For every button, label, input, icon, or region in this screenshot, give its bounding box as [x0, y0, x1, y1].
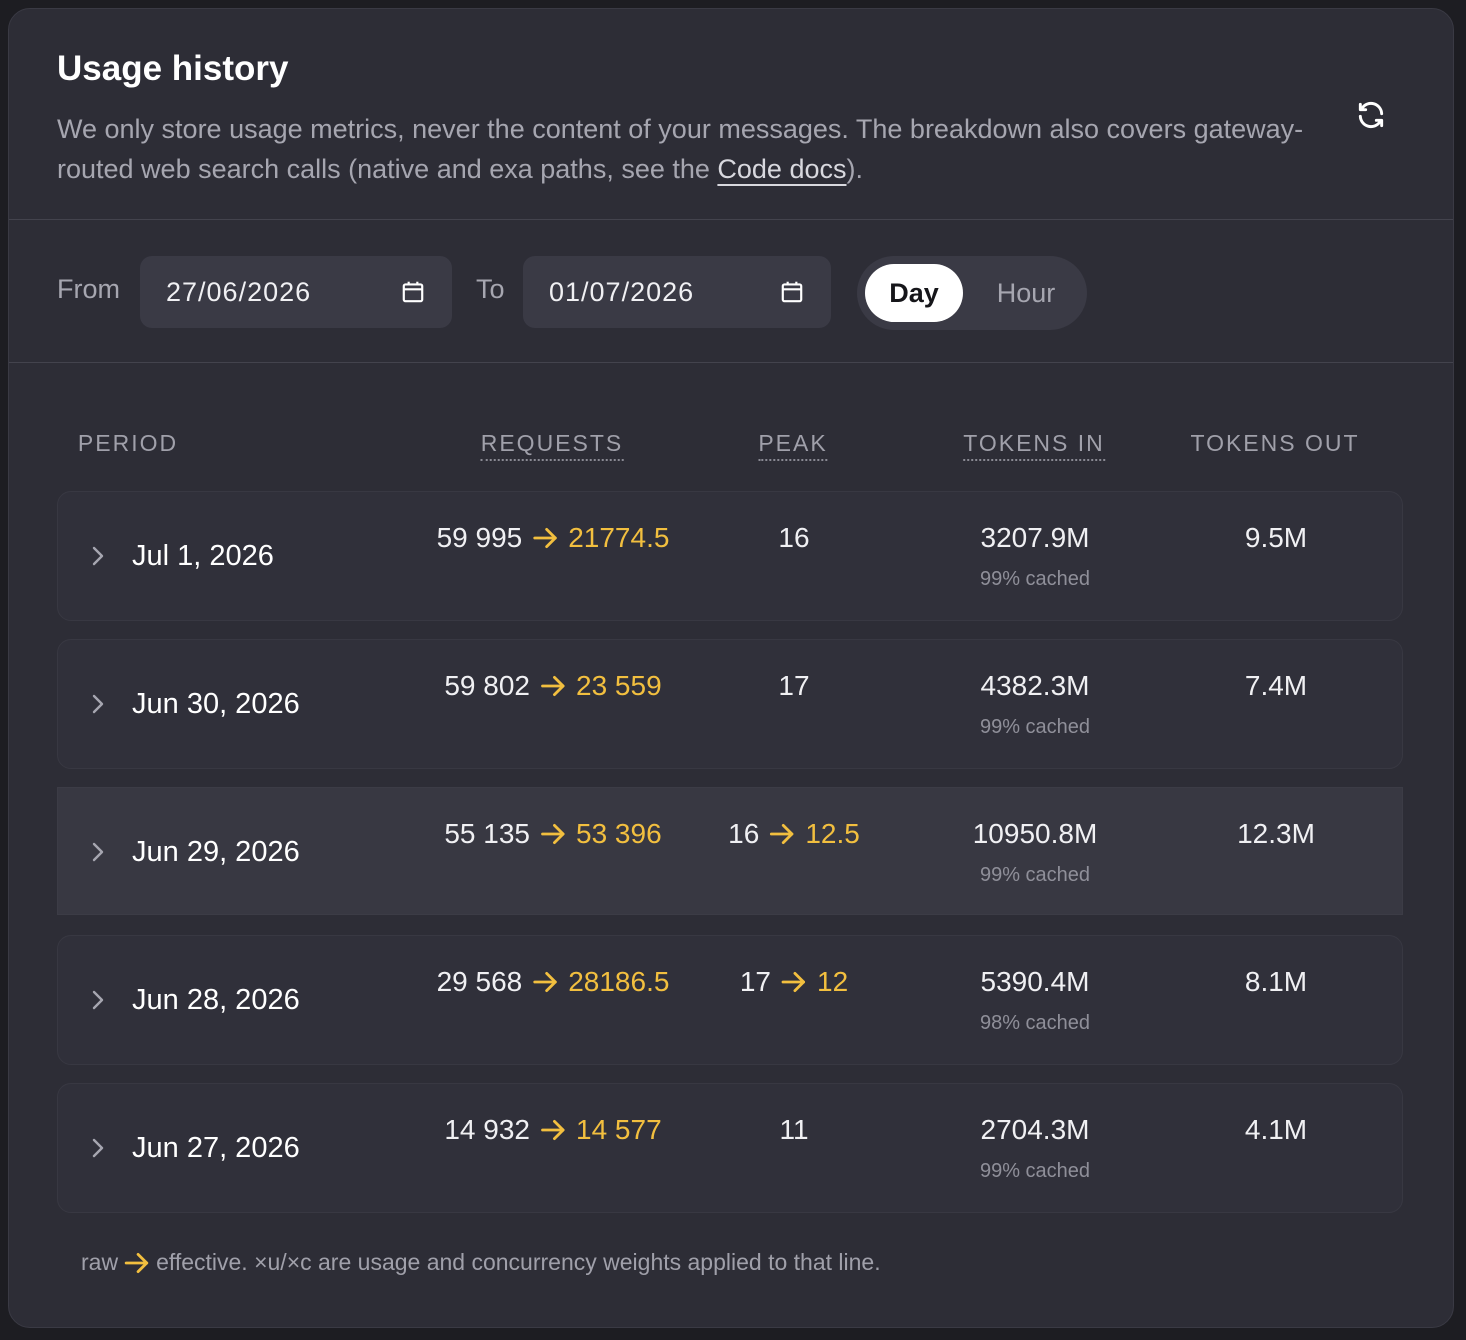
toggle-hour[interactable]: Hour	[973, 264, 1079, 322]
row-period: Jul 1, 2026	[132, 540, 274, 572]
requests-effective: 14 577	[576, 1114, 662, 1145]
arrow-right-icon	[540, 1119, 565, 1141]
peak-raw: 17	[739, 966, 771, 997]
row-requests: 59 995 21774.5	[437, 522, 670, 554]
table-row[interactable]: Jun 28, 2026 29 568 28186.5 17 12 5390.4M 98% …	[57, 935, 1403, 1065]
refresh-button[interactable]	[1349, 93, 1393, 137]
row-peak: 11	[779, 1114, 808, 1146]
from-label: From	[57, 274, 120, 304]
row-tokens-out: 7.4M	[1244, 670, 1308, 701]
to-date-value: 01/07/2026	[549, 276, 695, 307]
peak-raw: 16	[728, 818, 760, 849]
requests-raw: 29 568	[436, 966, 523, 997]
table-row[interactable]: Jun 30, 2026 59 802 23 559 17 4382.3M 99% cac…	[57, 639, 1403, 769]
row-peak: 17	[778, 670, 809, 702]
page-title: Usage history	[57, 49, 289, 88]
chevron-right-icon[interactable]	[88, 1136, 108, 1160]
row-period: Jun 27, 2026	[132, 1132, 300, 1164]
to-date-input[interactable]: 01/07/2026	[523, 256, 831, 328]
arrow-right-icon	[532, 527, 557, 549]
row-period: Jun 28, 2026	[132, 984, 300, 1016]
arrow-right-icon	[124, 1252, 149, 1273]
footnote: raw effective. ×u/×c are usage and concu…	[81, 1249, 881, 1276]
refresh-icon	[1358, 101, 1384, 129]
col-peak[interactable]: PEAK	[758, 430, 828, 461]
chevron-right-icon[interactable]	[88, 692, 108, 716]
arrow-right-icon	[770, 823, 794, 845]
arrow-right-icon	[532, 971, 557, 993]
calendar-icon[interactable]	[779, 279, 805, 305]
row-tokens-out: 12.3M	[1237, 818, 1315, 849]
row-period: Jun 29, 2026	[132, 836, 300, 868]
requests-raw: 59 802	[444, 670, 530, 701]
footnote-raw: raw	[81, 1249, 119, 1275]
requests-effective: 21774.5	[568, 522, 670, 553]
chevron-right-icon[interactable]	[88, 840, 108, 864]
table-header: PERIOD REQUESTS PEAK TOKENS IN TOKENS OU…	[9, 363, 1453, 485]
row-cached: 99% cached	[979, 864, 1091, 886]
col-tokens-in[interactable]: TOKENS IN	[963, 430, 1105, 461]
row-cached: 99% cached	[979, 716, 1091, 738]
row-requests: 29 568 28186.5	[437, 966, 670, 998]
row-cached: 99% cached	[979, 1160, 1091, 1182]
requests-effective: 28186.5	[568, 966, 670, 997]
from-date-value: 27/06/2026	[166, 276, 312, 307]
peak-raw: 11	[779, 1114, 809, 1145]
footnote-text: effective. ×u/×c are usage and concurren…	[156, 1249, 881, 1275]
row-cached: 98% cached	[979, 1012, 1091, 1034]
toggle-day[interactable]: Day	[865, 264, 963, 322]
description-text: We only store usage metrics, never the c…	[57, 114, 1304, 184]
row-period: Jun 30, 2026	[132, 688, 300, 720]
requests-effective: 53 396	[576, 818, 662, 849]
row-tokens-in: 5390.4M	[980, 966, 1090, 997]
row-tokens-in: 10950.8M	[972, 818, 1098, 849]
filters-bar: From 27/06/2026 To 01/07/2026 Day Hour	[9, 220, 1453, 363]
table-row[interactable]: Jul 1, 2026 59 995 21774.5 16 3207.9M 99% cac…	[57, 491, 1403, 621]
requests-raw: 14 932	[444, 1114, 530, 1145]
row-tokens-in: 4382.3M	[980, 670, 1090, 701]
arrow-right-icon	[540, 823, 565, 845]
row-requests: 55 135 53 396	[444, 818, 661, 850]
row-tokens-out: 4.1M	[1244, 1114, 1308, 1145]
col-requests[interactable]: REQUESTS	[480, 430, 624, 461]
table-row[interactable]: Jun 27, 2026 14 932 14 577 11 2704.3M 99% cac…	[57, 1083, 1403, 1213]
row-tokens-out: 9.5M	[1244, 522, 1308, 553]
row-cached: 99% cached	[979, 568, 1091, 590]
row-requests: 14 932 14 577	[444, 1114, 661, 1146]
description: We only store usage metrics, never the c…	[57, 109, 1317, 189]
table-row[interactable]: Jun 29, 2026 55 135 53 396 16 12.5 10950.8M 99…	[57, 787, 1403, 915]
description-end: ).	[846, 154, 864, 184]
peak-raw: 17	[778, 670, 810, 701]
panel-header: Usage history We only store usage metric…	[9, 9, 1453, 220]
requests-raw: 55 135	[444, 818, 530, 849]
peak-effective: 12.5	[805, 818, 860, 849]
usage-history-panel: Usage history We only store usage metric…	[8, 8, 1454, 1328]
from-date-input[interactable]: 27/06/2026	[140, 256, 452, 328]
arrow-right-icon	[781, 971, 806, 993]
row-peak: 16 12.5	[728, 818, 860, 850]
col-period: PERIOD	[77, 430, 179, 456]
to-label: To	[476, 274, 505, 304]
row-tokens-in: 2704.3M	[980, 1114, 1090, 1145]
col-tokens-out: TOKENS OUT	[1190, 430, 1360, 456]
peak-raw: 16	[778, 522, 810, 553]
row-peak: 16	[778, 522, 809, 554]
code-docs-link[interactable]: Code docs	[717, 154, 846, 184]
chevron-right-icon[interactable]	[88, 988, 108, 1012]
chevron-right-icon[interactable]	[88, 544, 108, 568]
row-requests: 59 802 23 559	[444, 670, 661, 702]
requests-effective: 23 559	[576, 670, 662, 701]
row-tokens-out: 8.1M	[1244, 966, 1308, 997]
arrow-right-icon	[540, 675, 565, 697]
granularity-toggle: Day Hour	[857, 256, 1087, 330]
peak-effective: 12	[817, 966, 849, 997]
row-tokens-in: 3207.9M	[980, 522, 1090, 553]
row-peak: 17 12	[740, 966, 848, 998]
calendar-icon[interactable]	[400, 279, 426, 305]
requests-raw: 59 995	[436, 522, 523, 553]
